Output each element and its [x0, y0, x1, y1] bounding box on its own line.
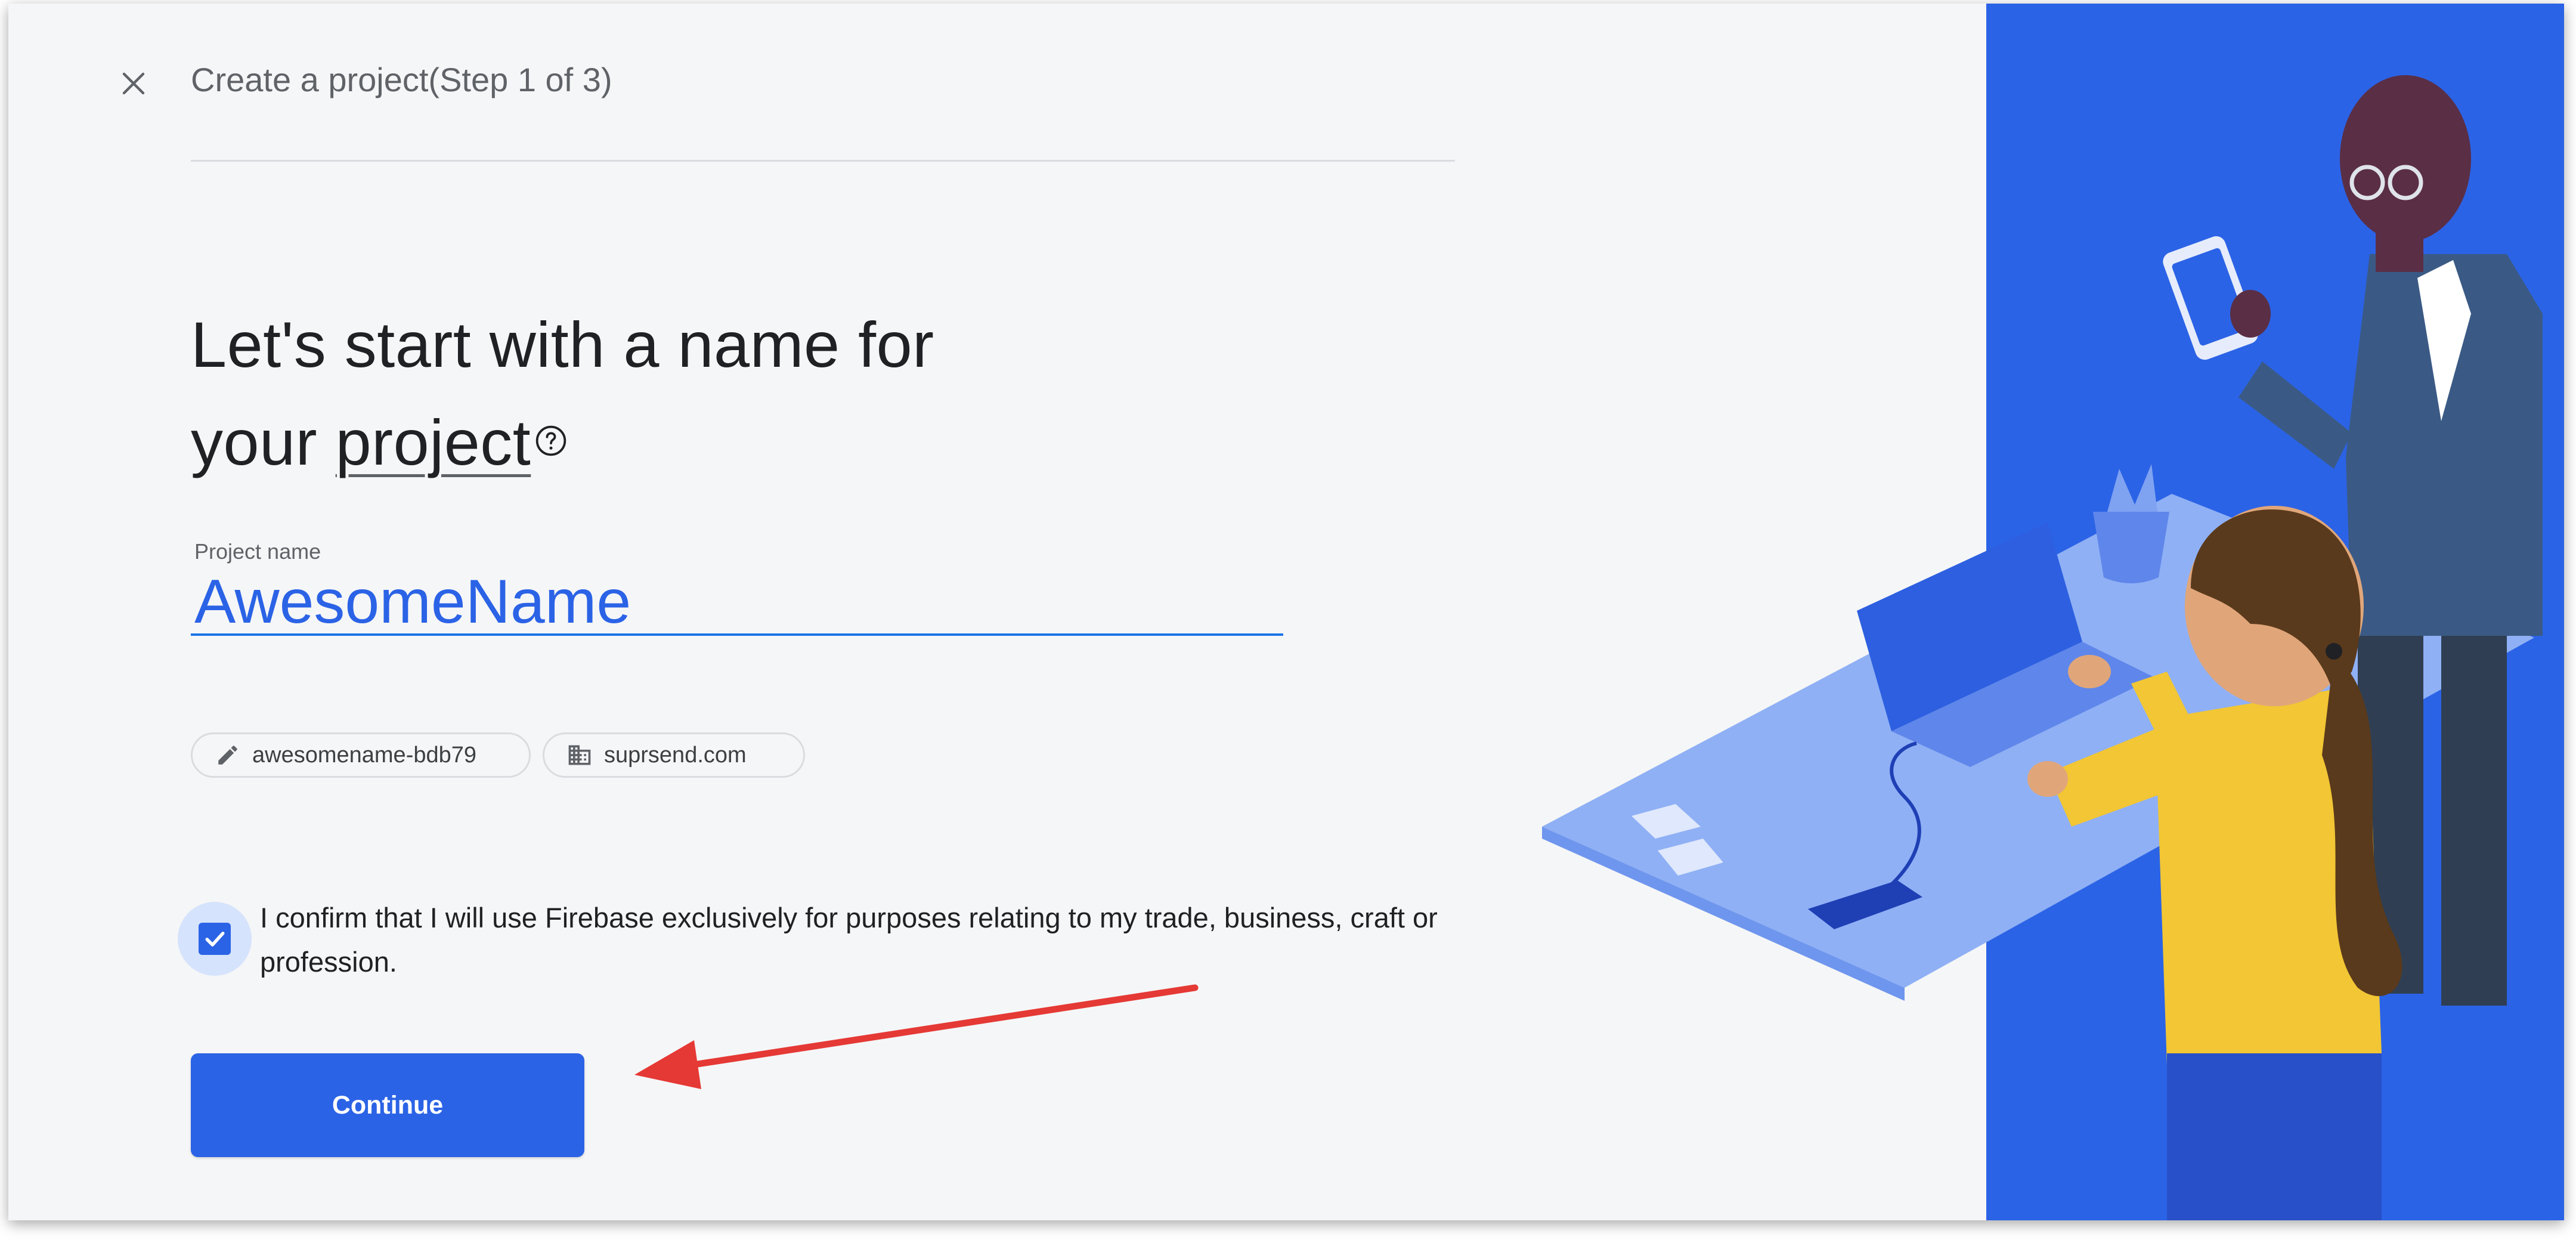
form-panel: Create a project(Step 1 of 3) Let's star…	[8, 4, 1986, 1220]
create-project-dialog: Create a project(Step 1 of 3) Let's star…	[8, 4, 2564, 1220]
project-id-text: awesomename-bdb79	[252, 742, 477, 768]
confirm-label: I confirm that I will use Firebase exclu…	[260, 902, 1438, 978]
help-circle-icon[interactable]	[534, 386, 568, 456]
dialog-title: Create a project(Step 1 of 3)	[191, 61, 612, 98]
continue-button[interactable]: Continue	[191, 1053, 584, 1157]
building-icon	[566, 741, 593, 769]
confirm-checkbox[interactable]	[178, 902, 252, 976]
heading-line-2-prefix: your	[191, 406, 336, 478]
project-id-chip[interactable]: awesomename-bdb79	[191, 732, 531, 778]
checkbox-checked-icon	[199, 923, 231, 955]
close-icon	[119, 69, 148, 101]
close-button[interactable]	[109, 60, 159, 110]
pencil-icon	[214, 741, 242, 769]
organization-chip[interactable]: suprsend.com	[543, 732, 805, 778]
organization-text: suprsend.com	[604, 742, 747, 768]
project-name-label: Project name	[194, 539, 321, 564]
project-name-input[interactable]	[191, 570, 1283, 636]
project-term-link[interactable]: project	[336, 406, 531, 478]
illustration-panel	[1986, 4, 2564, 1220]
heading-line-1: Let's start with a name for	[191, 308, 934, 381]
page-heading: Let's start with a name for your project	[191, 296, 1145, 491]
title-divider	[191, 160, 1455, 162]
